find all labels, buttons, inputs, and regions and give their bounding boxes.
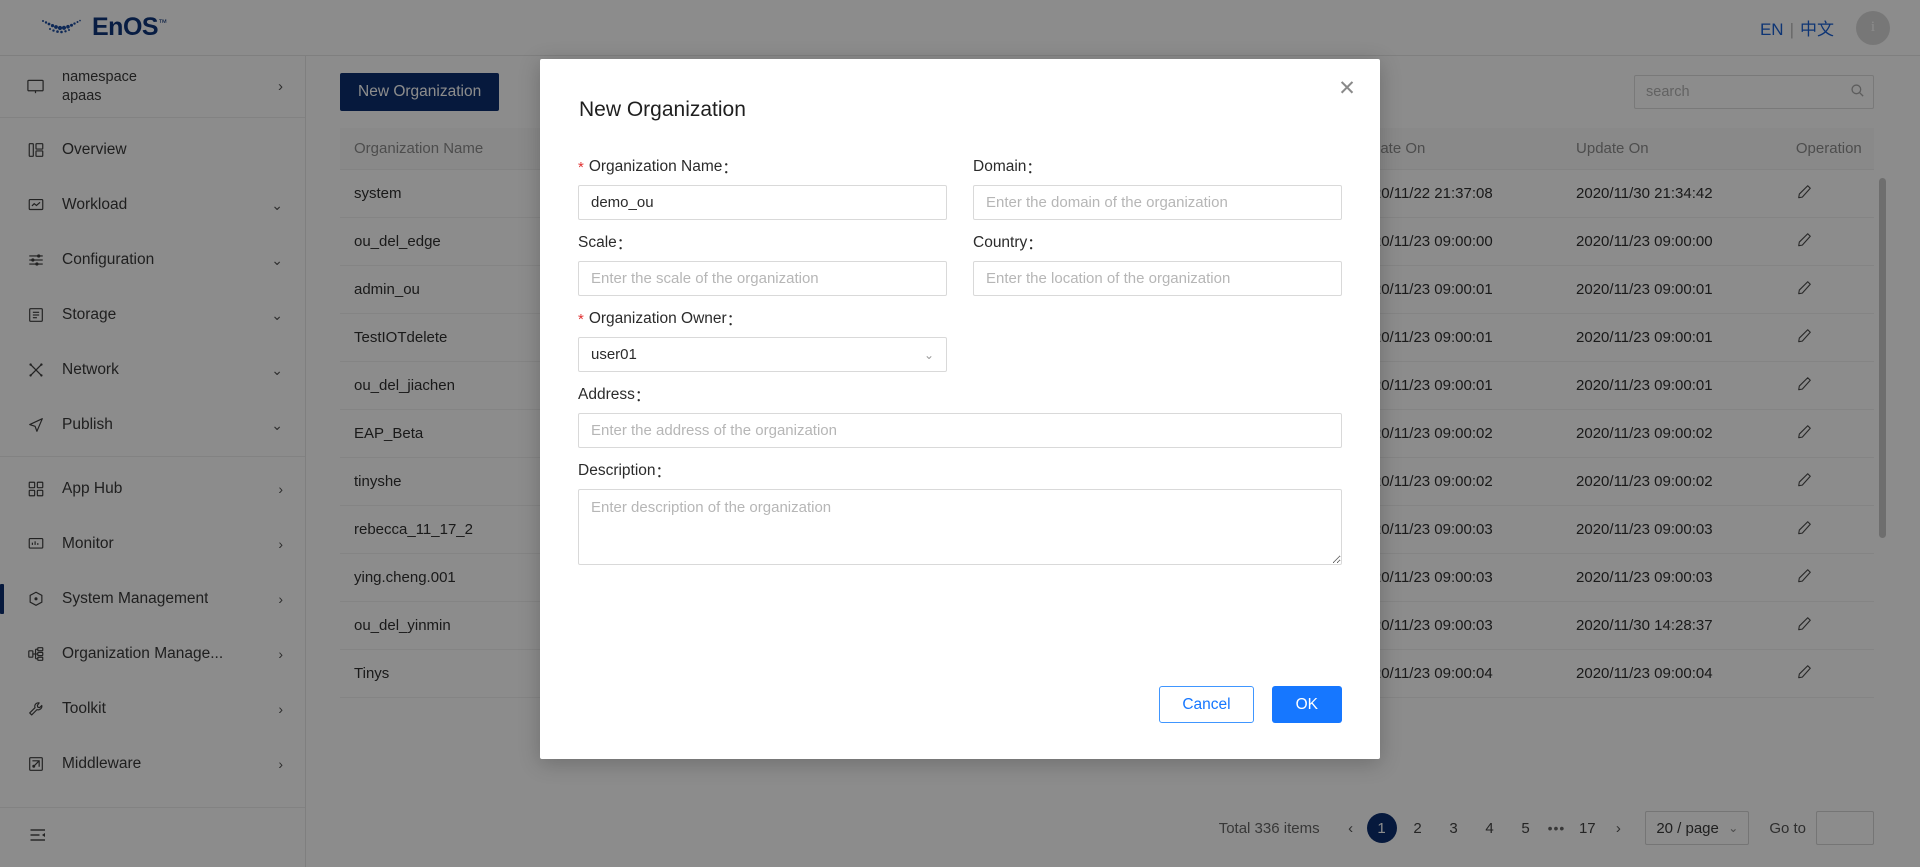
label-text: Domain [973,158,1026,176]
label-organization-name: * Organization Name ： [578,156,947,178]
field-scale: Scale ： [578,232,947,296]
label-organization-owner: * Organization Owner ： [578,308,947,330]
field-description: Description ： [578,460,1342,570]
form-row-description: Description ： [578,460,1342,570]
label-country: Country ： [973,232,1342,254]
label-colon: ： [617,232,633,254]
label-text: Country [973,234,1027,252]
ok-button[interactable]: OK [1272,686,1342,723]
label-text: Address [578,386,635,404]
label-address: Address ： [578,384,1342,406]
domain-input[interactable] [973,185,1342,220]
modal-body: * Organization Name ： Domain ： [540,122,1380,686]
label-colon: ： [727,308,743,330]
label-colon: ： [722,156,738,178]
field-domain: Domain ： [973,156,1342,220]
label-colon: ： [656,460,672,482]
field-country: Country ： [973,232,1342,296]
modal-title: New Organization [540,59,1380,122]
description-textarea[interactable] [578,489,1342,565]
label-colon: ： [1026,156,1042,178]
label-text: Description [578,462,656,480]
form-row-scale-country: Scale ： Country ： [578,232,1342,296]
chevron-down-icon: ⌄ [924,348,934,362]
field-organization-name: * Organization Name ： [578,156,947,220]
close-icon[interactable]: ✕ [1334,75,1360,101]
label-text: Organization Name [589,158,723,176]
cancel-button[interactable]: Cancel [1159,686,1253,723]
label-domain: Domain ： [973,156,1342,178]
country-input[interactable] [973,261,1342,296]
form-row-owner: * Organization Owner ： user01 ⌄ [578,308,1342,372]
address-input[interactable] [578,413,1342,448]
form-row-address: Address ： [578,384,1342,448]
organization-name-input[interactable] [578,185,947,220]
app-root: EnOS™ EN|中文 i namespace apaas [0,0,1920,867]
label-description: Description ： [578,460,1342,482]
scale-input[interactable] [578,261,947,296]
new-organization-modal: ✕ New Organization * Organization Name ：… [540,59,1380,759]
modal-footer: Cancel OK [540,686,1380,759]
label-colon: ： [635,384,651,406]
label-scale: Scale ： [578,232,947,254]
field-organization-owner: * Organization Owner ： user01 ⌄ [578,308,947,372]
required-asterisk: * [578,312,584,327]
label-text: Scale [578,234,617,252]
organization-owner-value: user01 [591,346,637,363]
organization-owner-select[interactable]: user01 ⌄ [578,337,947,372]
form-row-name-domain: * Organization Name ： Domain ： [578,156,1342,220]
field-owner-spacer [973,308,1342,372]
label-text: Organization Owner [589,310,727,328]
required-asterisk: * [578,160,584,175]
field-address: Address ： [578,384,1342,448]
label-colon: ： [1027,232,1043,254]
